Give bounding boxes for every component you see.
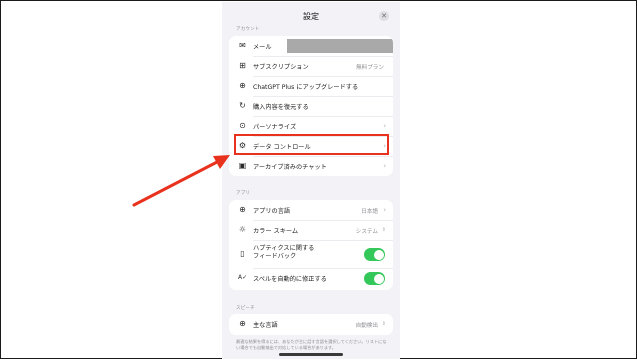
arrow-shaft <box>132 159 221 207</box>
annotation-arrow <box>132 155 230 207</box>
screenshot-frame: 設定 ✕ アカウント ✉ メール ⊞ サブスクリプション 無料プラン ⊕ Cha… <box>0 0 637 359</box>
